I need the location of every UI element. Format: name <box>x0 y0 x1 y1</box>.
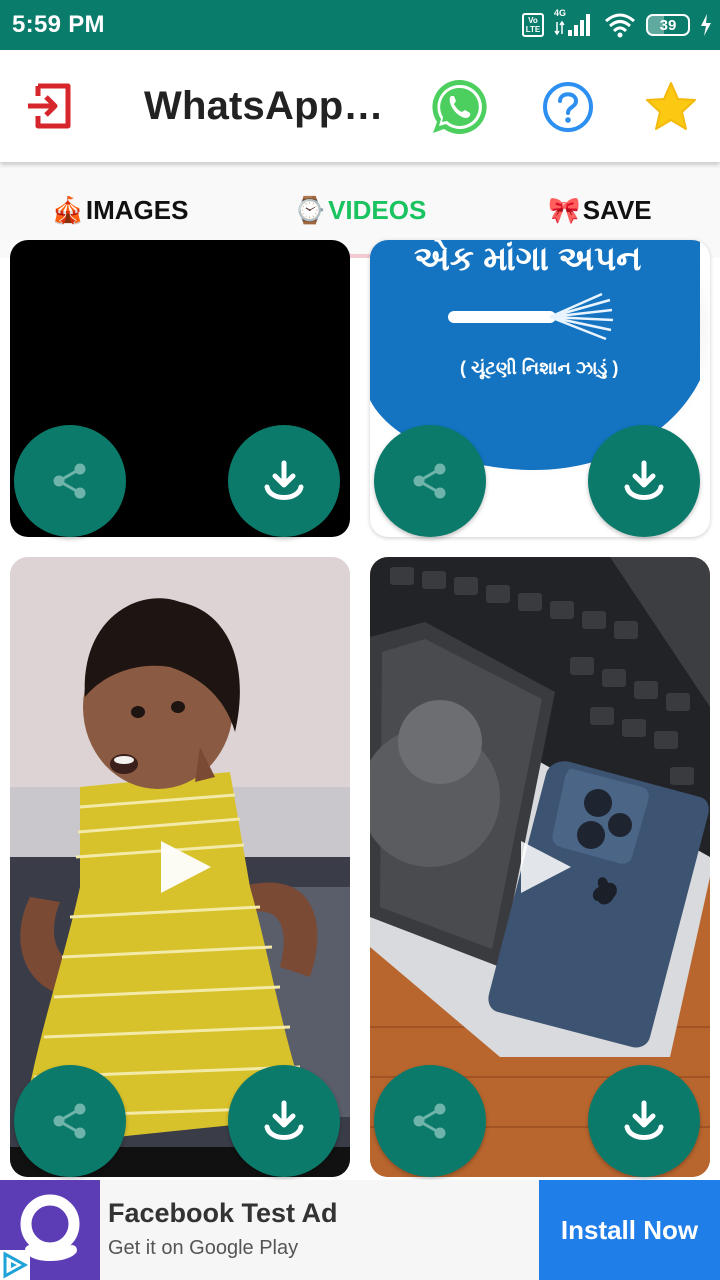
share-icon <box>413 1103 446 1139</box>
thumbnail-text-line1: એક માંગા અપન <box>414 240 642 278</box>
download-icon <box>624 460 664 500</box>
thumbnail-text-line2: ( ચૂંટણી નિશાન ઝાડું ) <box>460 358 619 378</box>
app-title: WhatsApp… <box>144 84 384 128</box>
share-button[interactable] <box>374 425 486 537</box>
play-icon <box>161 841 211 893</box>
share-icon <box>413 463 446 499</box>
app-bar: WhatsApp… <box>0 50 720 162</box>
charging-icon <box>700 14 712 36</box>
download-button[interactable] <box>228 425 340 537</box>
star-icon[interactable] <box>644 80 698 134</box>
wifi-icon <box>604 12 636 38</box>
ad-title: Facebook Test Ad <box>108 1198 338 1228</box>
exit-icon[interactable] <box>24 80 74 132</box>
volte-icon: Vo LTE <box>522 13 544 37</box>
status-icons: Vo LTE 4G 39 <box>522 8 712 40</box>
download-button[interactable] <box>588 425 700 537</box>
share-icon <box>53 1103 86 1139</box>
watch-icon: ⌚ <box>293 194 327 225</box>
share-button[interactable] <box>14 425 126 537</box>
ad-subtitle: Get it on Google Play <box>108 1237 299 1259</box>
tab-videos-label: VIDEOS <box>328 194 427 225</box>
play-icon <box>521 841 571 893</box>
download-icon <box>624 1100 664 1140</box>
whatsapp-icon[interactable] <box>428 76 490 138</box>
tab-images-label: IMAGES <box>85 194 189 225</box>
help-icon[interactable] <box>542 81 594 133</box>
share-button[interactable] <box>14 1065 126 1177</box>
ad-choices-icon[interactable] <box>0 1250 30 1280</box>
install-now-button[interactable]: Install Now <box>539 1180 720 1280</box>
download-icon <box>264 460 304 500</box>
ad-banner[interactable]: Facebook Test Ad Get it on Google Play I… <box>0 1180 720 1280</box>
ribbon-icon: 🎀 <box>548 194 581 225</box>
download-icon <box>264 1100 304 1140</box>
share-icon <box>53 463 86 499</box>
battery-icon: 39 <box>646 14 690 36</box>
download-button[interactable] <box>588 1065 700 1177</box>
share-button[interactable] <box>374 1065 486 1177</box>
status-time: 5:59 PM <box>12 11 105 38</box>
tab-save-label: SAVE <box>582 194 652 225</box>
signal-icon: 4G <box>554 8 594 38</box>
circus-tent-icon: 🎪 <box>51 194 84 225</box>
status-bar: 5:59 PM Vo LTE 4G 39 <box>0 0 720 50</box>
download-button[interactable] <box>228 1065 340 1177</box>
